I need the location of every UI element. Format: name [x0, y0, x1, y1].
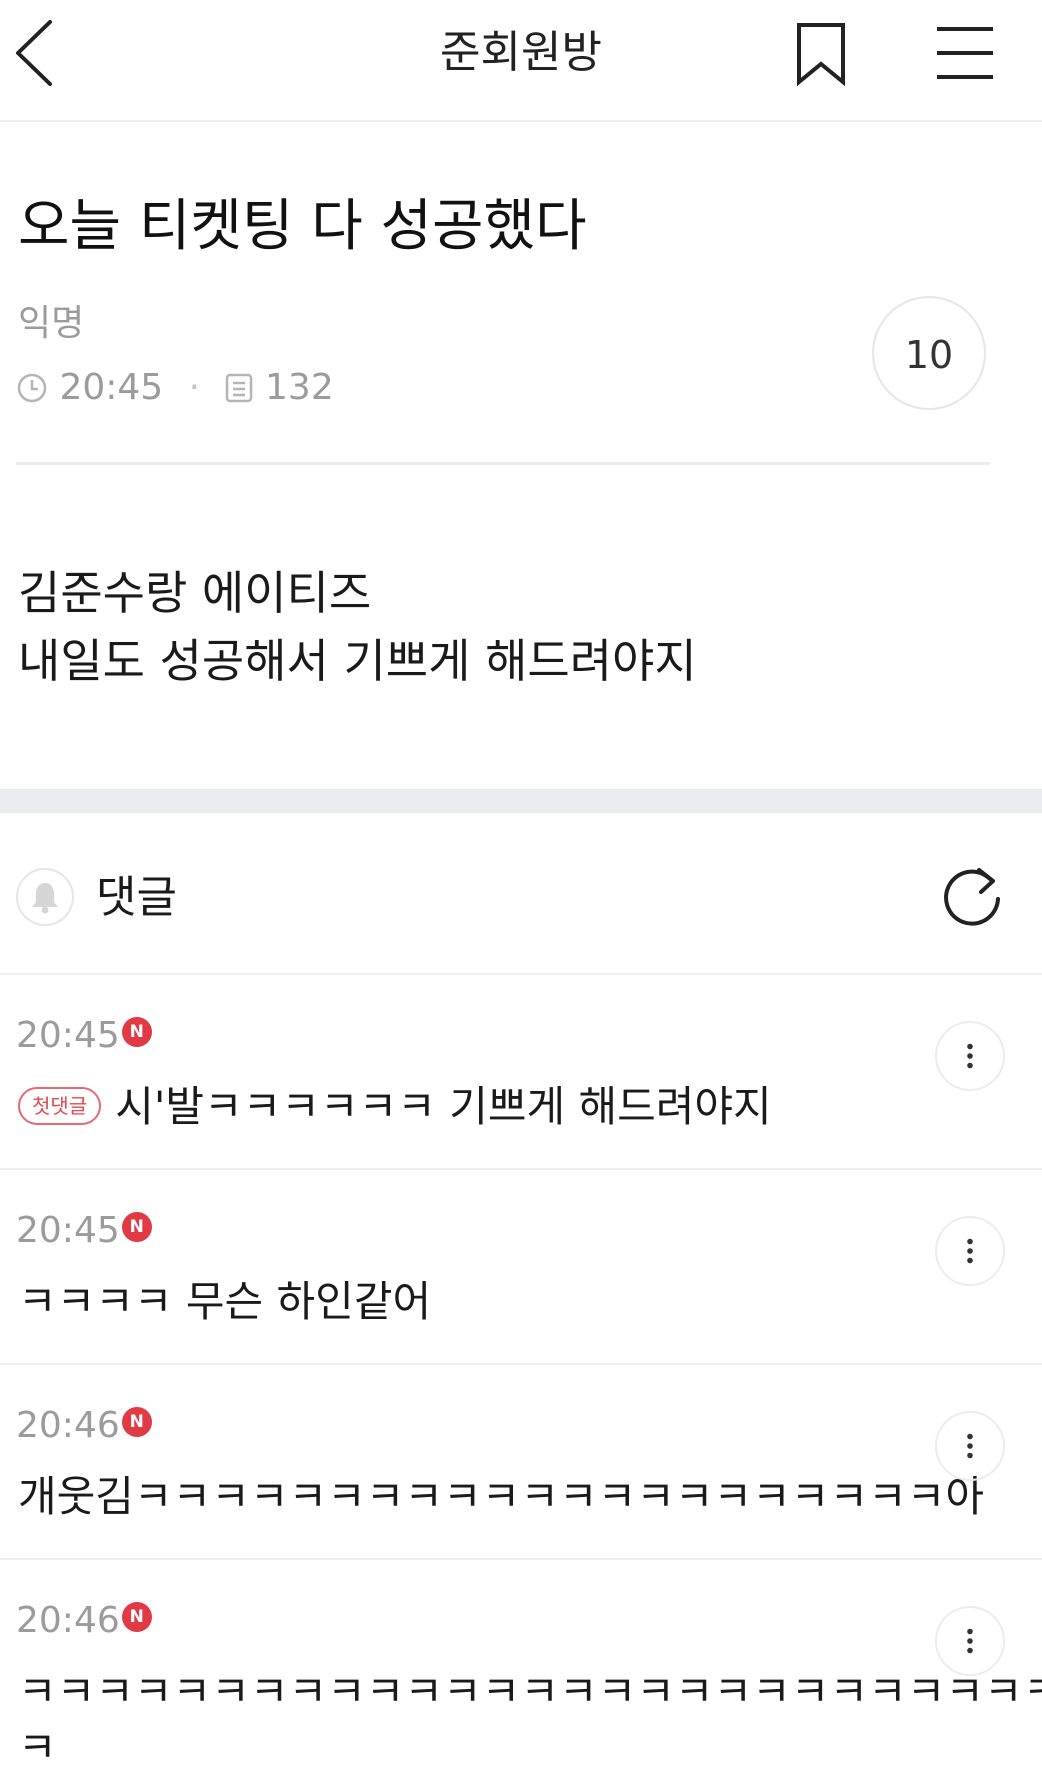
comment-item: 20:45 N 첫댓글 시'발ㅋㅋㅋㅋㅋㅋ 기쁘게 해드려야지 — [0, 975, 1042, 1170]
comment-text: 시'발ㅋㅋㅋㅋㅋㅋ 기쁘게 해드려야지 — [115, 1082, 772, 1131]
comment-text: 개웃김ㅋㅋㅋㅋㅋㅋㅋㅋㅋㅋㅋㅋㅋㅋㅋㅋㅋㅋㅋㅋㅋ아 — [18, 1472, 985, 1521]
comment-more-button[interactable] — [935, 1021, 1005, 1091]
new-badge: N — [121, 1017, 152, 1047]
comment-time-row: 20:45 N — [16, 1011, 152, 1060]
notification-toggle[interactable] — [16, 868, 74, 926]
refresh-icon — [944, 868, 1000, 926]
new-badge: N — [121, 1407, 152, 1437]
refresh-button[interactable] — [937, 861, 1007, 931]
post-body-line: 내일도 성공해서 기쁘게 해드려야지 — [18, 634, 697, 688]
comment-time-row: 20:46 N — [16, 1401, 152, 1450]
comment-time: 20:46 — [16, 1405, 120, 1446]
comment-text: ㅋㅋㅋㅋㅋㅋㅋㅋㅋㅋㅋㅋㅋㅋㅋㅋㅋㅋㅋㅋㅋㅋㅋㅋㅋㅋㅋ — [18, 1667, 1042, 1716]
comment-more-button[interactable] — [935, 1411, 1005, 1481]
meta-separator: · — [188, 367, 201, 408]
board-title: 준회원방 — [440, 27, 602, 78]
comment-text-row: 첫댓글 시'발ㅋㅋㅋㅋㅋㅋ 기쁘게 해드려야지 — [18, 1079, 772, 1135]
more-vertical-icon — [967, 1043, 973, 1069]
bookmark-button[interactable] — [795, 22, 847, 87]
comment-item: 20:46 N ㅋㅋㅋㅋㅋㅋㅋㅋㅋㅋㅋㅋㅋㅋㅋㅋㅋㅋㅋㅋㅋㅋㅋㅋㅋㅋㅋ ㅋ — [0, 1560, 1042, 1772]
more-vertical-icon — [967, 1628, 973, 1654]
comment-time: 20:46 — [16, 1600, 120, 1641]
post-meta: 20:45 · 132 — [16, 362, 334, 412]
comment-time: 20:45 — [16, 1210, 120, 1251]
clock-icon — [17, 373, 47, 403]
post-view-count: 132 — [265, 367, 334, 408]
post-title: 오늘 티켓팅 다 성공했다 — [18, 194, 587, 259]
comment-item: 20:46 N 개웃김ㅋㅋㅋㅋㅋㅋㅋㅋㅋㅋㅋㅋㅋㅋㅋㅋㅋㅋㅋㅋㅋ아 — [0, 1365, 1042, 1560]
more-vertical-icon — [967, 1238, 973, 1264]
comments-label: 댓글 — [96, 872, 177, 923]
new-badge: N — [121, 1212, 152, 1242]
section-separator — [0, 789, 1042, 813]
post-time: 20:45 — [59, 367, 164, 408]
divider — [16, 462, 990, 465]
like-button[interactable]: 10 — [872, 296, 986, 410]
first-comment-badge: 첫댓글 — [18, 1086, 102, 1125]
new-badge: N — [121, 1602, 152, 1632]
comment-time-row: 20:46 N — [16, 1596, 152, 1645]
comment-text: ㅋㅋㅋㅋ 무슨 하인같어 — [18, 1277, 432, 1326]
comment-more-button[interactable] — [935, 1216, 1005, 1286]
more-vertical-icon — [967, 1433, 973, 1459]
comments-header: 댓글 — [0, 813, 1042, 975]
comment-time: 20:45 — [16, 1015, 120, 1056]
top-navigation-bar: 준회원방 — [0, 0, 1042, 122]
bell-icon — [32, 883, 58, 914]
views-icon — [225, 373, 252, 403]
comment-text-continuation: ㅋ — [18, 1723, 57, 1772]
comment-item: 20:45 N ㅋㅋㅋㅋ 무슨 하인같어 — [0, 1170, 1042, 1365]
hamburger-menu-icon — [937, 27, 993, 79]
post-author: 익명 — [18, 303, 85, 344]
comment-time-row: 20:45 N — [16, 1206, 152, 1255]
menu-button[interactable] — [935, 25, 995, 81]
comment-more-button[interactable] — [935, 1606, 1005, 1676]
post-body-line: 김준수랑 에이티즈 — [18, 566, 372, 620]
bookmark-icon — [797, 23, 845, 87]
